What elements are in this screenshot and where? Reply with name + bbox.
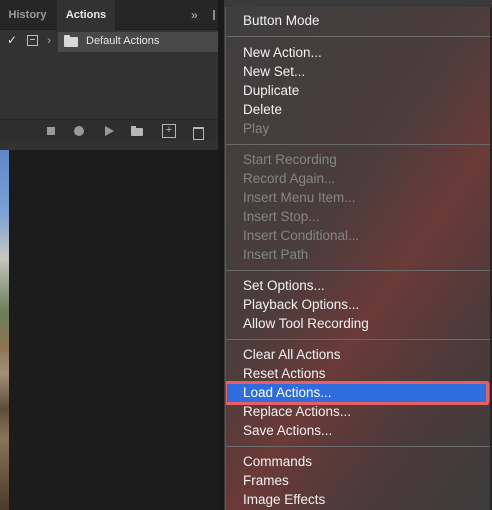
dialog-toggle-icon[interactable] bbox=[27, 35, 38, 46]
menu-item-play: Play bbox=[243, 121, 270, 136]
menu-separator bbox=[226, 270, 492, 271]
stop-icon[interactable] bbox=[44, 124, 58, 138]
trash-icon[interactable] bbox=[191, 124, 205, 140]
new-action-icon[interactable] bbox=[162, 124, 176, 138]
folder-icon bbox=[64, 35, 78, 47]
menu-item-duplicate[interactable]: Duplicate bbox=[226, 81, 492, 100]
menu-separator bbox=[226, 339, 492, 340]
menu-item-insert-stop: Insert Stop... bbox=[243, 209, 320, 224]
menu-item-start-recording: Start Recording bbox=[243, 152, 337, 167]
action-set-item[interactable]: Default Actions bbox=[58, 32, 218, 52]
actions-flyout-menu: Button Mode New Action... New Set... Dup… bbox=[225, 7, 492, 510]
menu-item-delete[interactable]: Delete bbox=[226, 100, 492, 119]
collapse-panel-icon[interactable]: » bbox=[191, 0, 207, 30]
tab-actions[interactable]: Actions bbox=[57, 0, 115, 30]
menu-item-allow-tool-recording[interactable]: Allow Tool Recording bbox=[226, 314, 492, 333]
menu-item-insert-path: Insert Path bbox=[243, 247, 309, 262]
panel-footer-toolbar bbox=[0, 119, 218, 141]
play-icon[interactable] bbox=[102, 124, 116, 138]
menu-item-image-effects[interactable]: Image Effects bbox=[226, 490, 492, 509]
menu-item-record-again: Record Again... bbox=[243, 171, 336, 186]
action-set-label: Default Actions bbox=[86, 35, 160, 47]
checkmark-icon[interactable]: ✓ bbox=[7, 33, 17, 47]
menu-item-insert-menu-item: Insert Menu Item... bbox=[243, 190, 356, 205]
menu-item-playback-options[interactable]: Playback Options... bbox=[226, 295, 492, 314]
menu-separator bbox=[226, 144, 492, 145]
menu-separator bbox=[226, 446, 492, 447]
record-icon[interactable] bbox=[72, 124, 86, 138]
menu-item-commands[interactable]: Commands bbox=[226, 452, 492, 471]
panel-tab-bar: History Actions » bbox=[0, 0, 218, 30]
new-set-icon[interactable] bbox=[130, 124, 144, 138]
menu-item-insert-conditional: Insert Conditional... bbox=[243, 228, 360, 243]
menu-item-new-action[interactable]: New Action... bbox=[226, 43, 492, 62]
menu-separator bbox=[226, 36, 492, 37]
menu-item-set-options[interactable]: Set Options... bbox=[226, 276, 492, 295]
menu-item-clear-all-actions[interactable]: Clear All Actions bbox=[226, 345, 492, 364]
chevron-right-icon[interactable]: › bbox=[47, 33, 51, 47]
menu-item-button-mode[interactable]: Button Mode bbox=[226, 11, 492, 30]
menu-item-new-set[interactable]: New Set... bbox=[226, 62, 492, 81]
menu-item-save-actions[interactable]: Save Actions... bbox=[226, 421, 492, 440]
photoshop-actions-window: History Actions » ✓ › Default Actions + … bbox=[0, 0, 492, 510]
menu-item-frames[interactable]: Frames bbox=[226, 471, 492, 490]
actions-panel: History Actions » ✓ › Default Actions bbox=[0, 0, 218, 150]
menu-item-replace-actions[interactable]: Replace Actions... bbox=[226, 402, 492, 421]
tab-history[interactable]: History bbox=[0, 0, 55, 30]
canvas-workspace[interactable] bbox=[0, 150, 218, 510]
image-canvas-edge bbox=[0, 150, 9, 510]
action-set-row[interactable]: ✓ › Default Actions bbox=[0, 32, 218, 52]
